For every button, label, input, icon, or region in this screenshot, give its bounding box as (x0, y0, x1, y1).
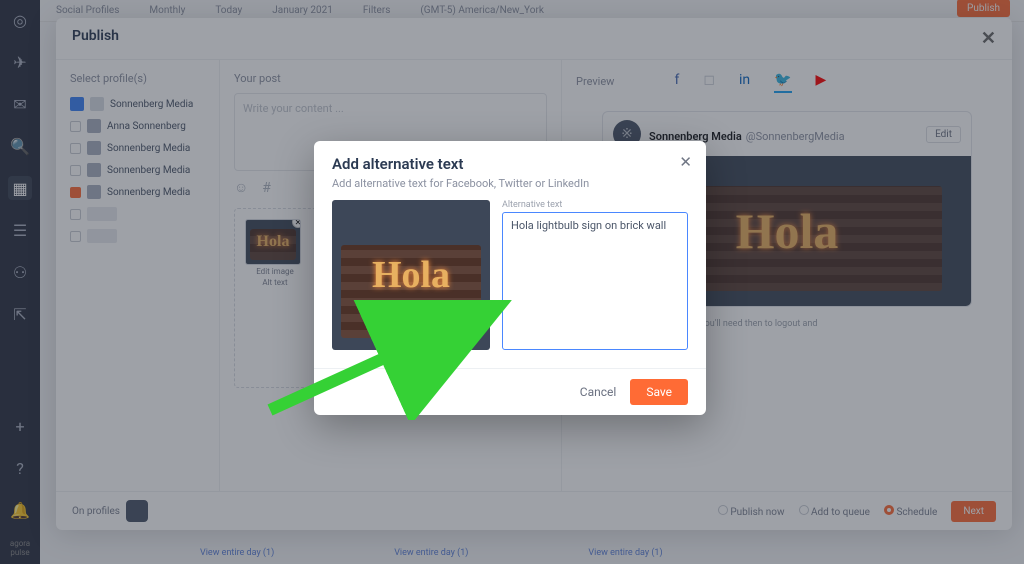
alt-text-label: Alternative text (502, 200, 688, 210)
save-button[interactable]: Save (630, 379, 688, 405)
alt-text-input[interactable] (502, 212, 688, 350)
modal-thumbnail: Hola (332, 200, 490, 350)
modal-subtitle: Add alternative text for Facebook, Twitt… (314, 177, 706, 200)
modal-title: Add alternative text (332, 155, 688, 173)
alt-text-modal: Add alternative text ✕ Add alternative t… (314, 141, 706, 415)
close-icon[interactable]: ✕ (679, 153, 692, 171)
cancel-button[interactable]: Cancel (580, 385, 617, 399)
